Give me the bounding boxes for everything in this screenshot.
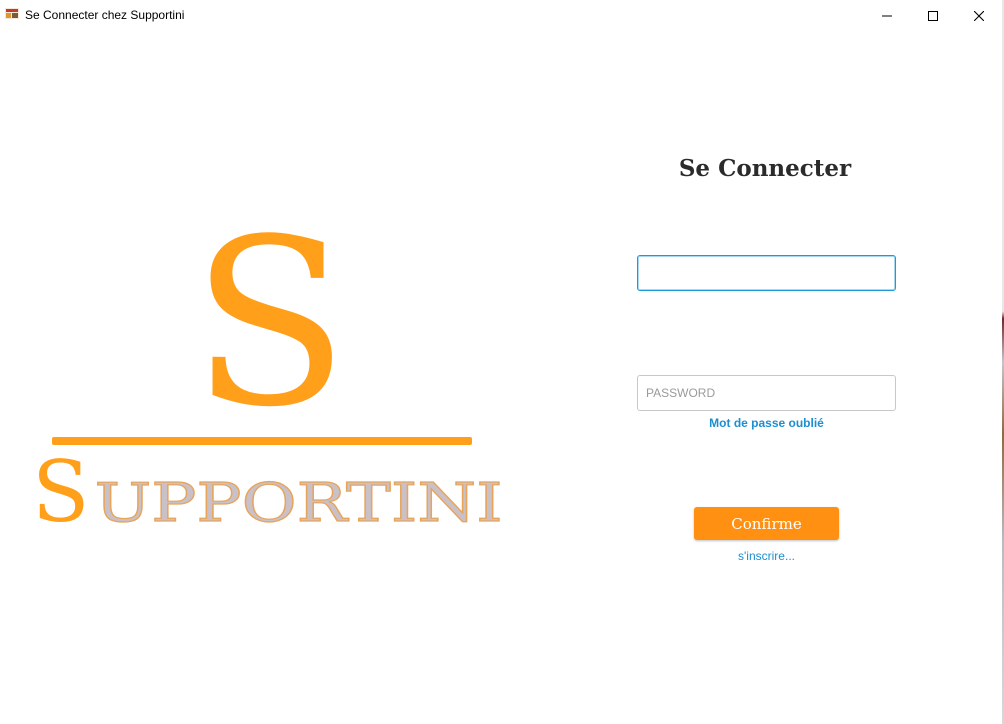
confirm-button[interactable]: Confirme (694, 507, 839, 540)
logo-wordmark-initial: S (32, 443, 90, 540)
maximize-button[interactable] (910, 0, 956, 31)
close-button[interactable] (956, 0, 1002, 31)
signup-link[interactable]: s'inscrire... (694, 549, 839, 563)
forgot-password-link[interactable]: Mot de passe oublié (637, 416, 896, 430)
logo-divider (52, 437, 472, 445)
password-input[interactable] (637, 375, 896, 411)
close-icon (974, 10, 984, 21)
logo-monogram: S (191, 220, 349, 458)
window-title: Se Connecter chez Supportini (25, 8, 185, 22)
app-icon (5, 8, 19, 19)
title-bar[interactable]: Se Connecter chez Supportini (0, 0, 1002, 31)
minimize-icon (882, 15, 892, 16)
logo-wordmark-rest: UPPORTINI (95, 473, 503, 534)
minimize-button[interactable] (864, 0, 910, 31)
maximize-icon (928, 10, 938, 21)
supportini-logo: S S UPPORTINI (32, 220, 503, 540)
form-title: Se Connecter (678, 155, 852, 182)
login-window: Se Connecter chez Supportini S S UPPORTI… (0, 0, 1004, 724)
username-input[interactable] (637, 255, 896, 291)
